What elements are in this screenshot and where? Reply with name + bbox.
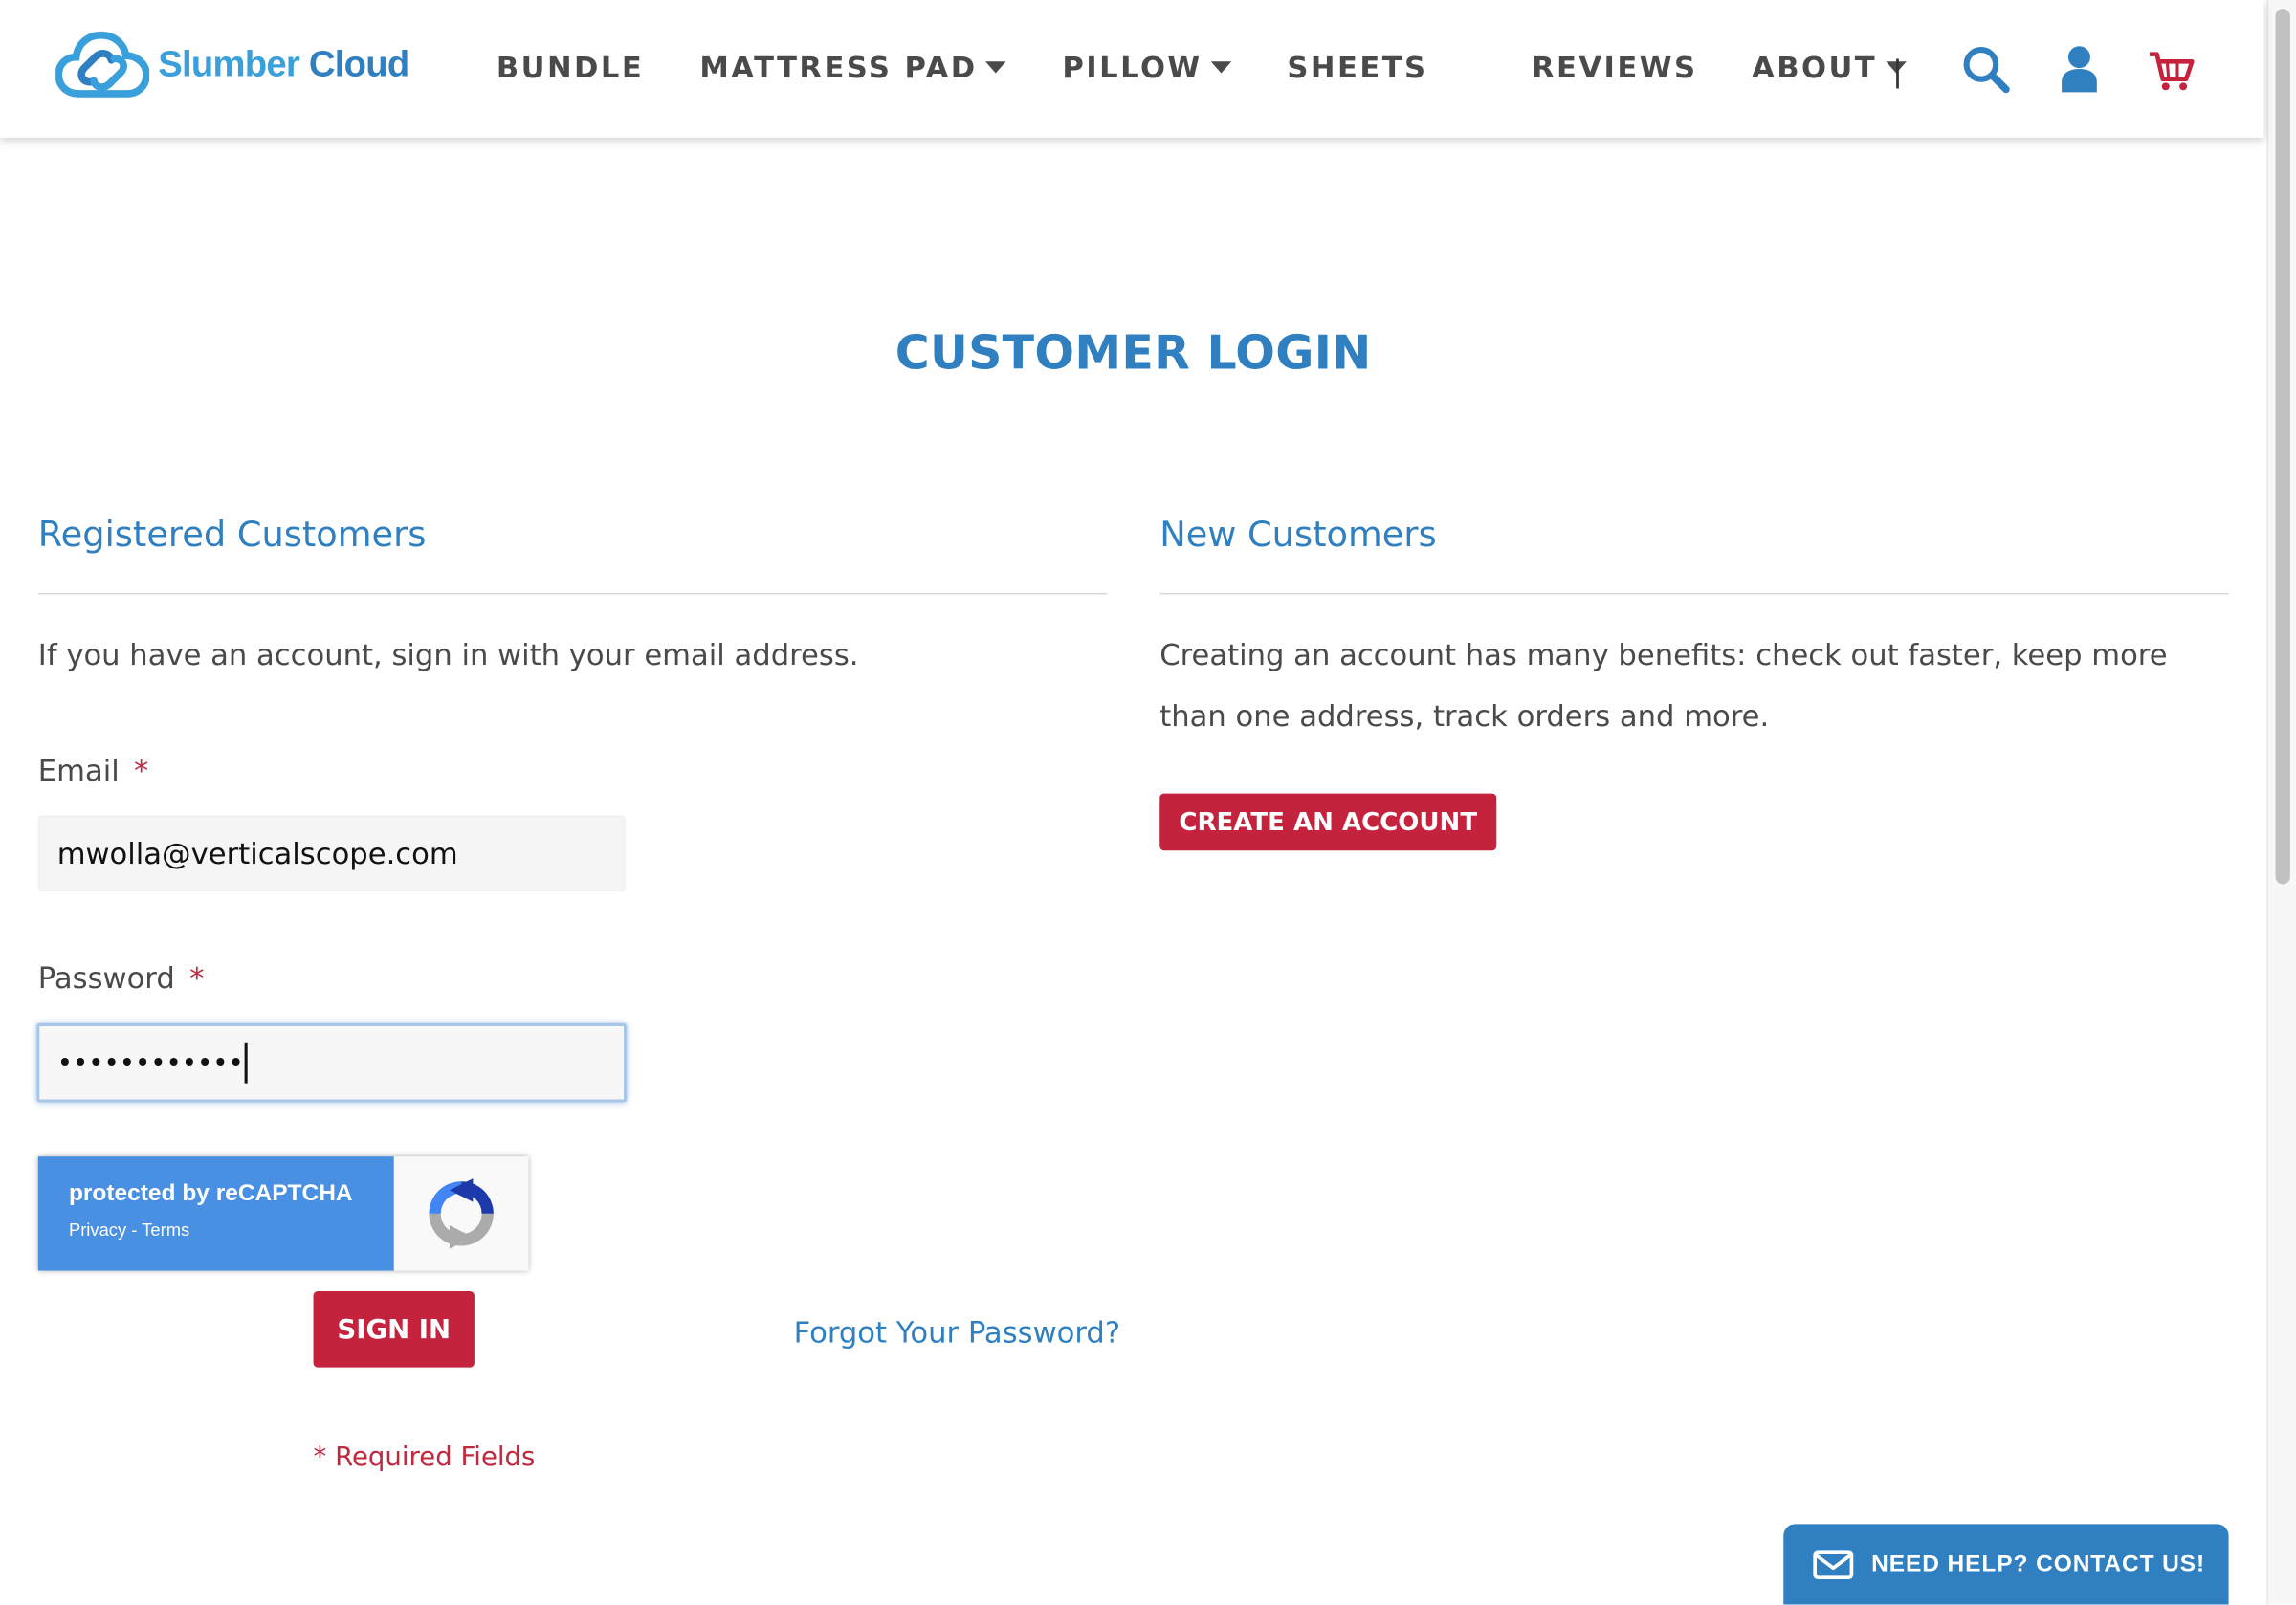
account-icon[interactable] [2054, 44, 2104, 94]
site-logo[interactable]: Slumber Cloud [55, 30, 409, 99]
recaptcha-badge[interactable]: protected by reCAPTCHA Privacy - Terms [37, 1156, 529, 1271]
main-nav: BUNDLE MATTRESS PAD PILLOW SHEETS [497, 50, 1428, 85]
nav-separator: | [1893, 53, 1902, 90]
contact-us-widget[interactable]: NEED HELP? CONTACT US! [1783, 1524, 2229, 1605]
nav-mattress-pad[interactable]: MATTRESS PAD [699, 50, 1007, 85]
create-account-button[interactable]: CREATE AN ACCOUNT [1159, 793, 1497, 851]
nav-bundle-label: BUNDLE [496, 50, 645, 85]
forgot-password-link[interactable]: Forgot Your Password? [794, 1314, 1121, 1350]
email-label: Email * [38, 753, 149, 788]
nav-about[interactable]: ABOUT [1752, 50, 1907, 85]
email-field[interactable]: mwolla@verticalscope.com [37, 815, 626, 892]
nav-pillow[interactable]: PILLOW [1062, 50, 1232, 85]
recaptcha-logo [394, 1156, 529, 1270]
password-field[interactable]: •••••••••••• [36, 1022, 628, 1103]
recaptcha-terms-link[interactable]: Terms [142, 1220, 189, 1240]
logo-text: Slumber Cloud [158, 43, 409, 85]
page-scrollbar[interactable] [2266, 0, 2296, 1605]
required-fields-note: * Required Fields [313, 1441, 536, 1473]
contact-us-label: NEED HELP? CONTACT US! [1871, 1550, 2206, 1576]
page-title: CUSTOMER LOGIN [894, 324, 1372, 381]
sign-in-button-label: SIGN IN [337, 1313, 452, 1345]
email-value: mwolla@verticalscope.com [56, 835, 458, 871]
password-label-text: Password [37, 960, 175, 996]
nav-pillow-label: PILLOW [1062, 50, 1203, 85]
page: Slumber Cloud BUNDLE MATTRESS PAD PILLOW… [0, 0, 2296, 1605]
recaptcha-icon [429, 1178, 494, 1249]
required-star: * [134, 752, 149, 788]
create-account-button-label: CREATE AN ACCOUNT [1179, 807, 1478, 837]
recaptcha-protected-text: protected by reCAPTCHA [68, 1181, 353, 1207]
recaptcha-links: Privacy - Terms [69, 1220, 394, 1240]
nav-reviews-label: REVIEWS [1532, 50, 1698, 85]
nav-sheets[interactable]: SHEETS [1287, 50, 1427, 85]
site-header: Slumber Cloud BUNDLE MATTRESS PAD PILLOW… [0, 0, 2264, 138]
registered-intro: If you have an account, sign in with you… [37, 636, 859, 672]
sign-in-button[interactable]: SIGN IN [313, 1290, 475, 1368]
search-icon[interactable] [1960, 44, 2010, 94]
chevron-down-icon [1210, 61, 1232, 74]
nav-bundle[interactable]: BUNDLE [497, 50, 644, 85]
new-customers-divider [1159, 592, 2229, 595]
recaptcha-dash: - [131, 1219, 138, 1241]
registered-customers-title: Registered Customers [37, 514, 427, 556]
chevron-down-icon [985, 61, 1007, 74]
nav-reviews[interactable]: REVIEWS [1532, 50, 1697, 85]
secondary-nav: REVIEWS ABOUT [1532, 50, 1907, 85]
recaptcha-privacy-link[interactable]: Privacy [69, 1220, 126, 1240]
text-cursor [245, 1042, 249, 1084]
password-value: •••••••••••• [56, 1047, 244, 1079]
nav-mattress-pad-label: MATTRESS PAD [699, 50, 978, 85]
nav-sheets-label: SHEETS [1287, 50, 1428, 85]
new-customers-text: Creating an account has many benefits: c… [1159, 636, 2168, 734]
cloud-logo-icon [55, 31, 150, 98]
envelope-icon [1813, 1550, 1854, 1579]
required-star: * [189, 960, 205, 996]
scrollbar-thumb[interactable] [2275, 9, 2290, 885]
recaptcha-label-area: protected by reCAPTCHA Privacy - Terms [37, 1156, 394, 1271]
cart-icon[interactable] [2147, 44, 2197, 94]
registered-divider [37, 592, 1108, 595]
new-customers-title: New Customers [1159, 514, 1437, 556]
email-label-text: Email [37, 752, 120, 788]
password-label: Password * [38, 960, 205, 996]
nav-about-label: ABOUT [1752, 50, 1878, 85]
